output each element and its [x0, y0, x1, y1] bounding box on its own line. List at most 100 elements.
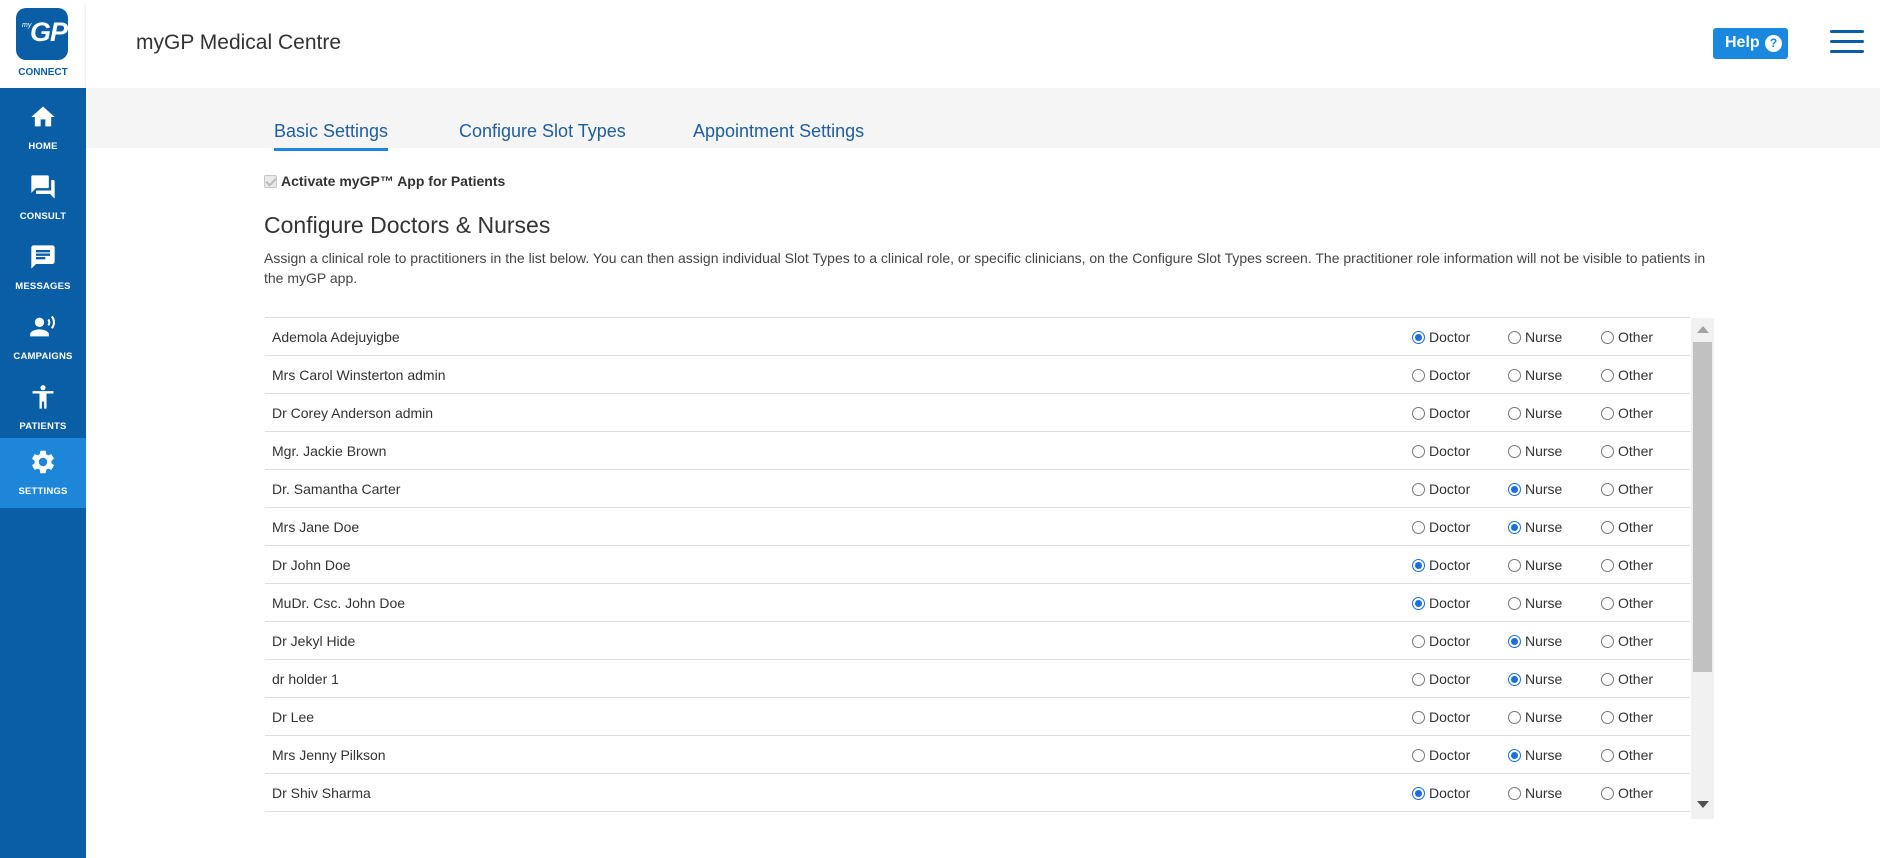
- role-option-doctor[interactable]: Doctor: [1412, 405, 1470, 421]
- role-option-nurse[interactable]: Nurse: [1508, 747, 1562, 763]
- role-option-nurse[interactable]: Nurse: [1508, 671, 1562, 687]
- table-row: Mgr. Jackie Brown Doctor Nurse Other: [265, 432, 1690, 470]
- role-option-other[interactable]: Other: [1601, 405, 1653, 421]
- role-option-doctor[interactable]: Doctor: [1412, 557, 1470, 573]
- role-option-other[interactable]: Other: [1601, 519, 1653, 535]
- role-option-doctor[interactable]: Doctor: [1412, 785, 1470, 801]
- role-radio-other[interactable]: [1601, 787, 1614, 800]
- role-option-nurse[interactable]: Nurse: [1508, 557, 1562, 573]
- role-radio-nurse[interactable]: [1508, 521, 1521, 534]
- role-option-doctor[interactable]: Doctor: [1412, 671, 1470, 687]
- help-button[interactable]: Help ?: [1713, 28, 1788, 59]
- role-radio-doctor[interactable]: [1412, 445, 1425, 458]
- role-option-nurse[interactable]: Nurse: [1508, 633, 1562, 649]
- role-option-other[interactable]: Other: [1601, 747, 1653, 763]
- role-option-other[interactable]: Other: [1601, 633, 1653, 649]
- role-option-nurse[interactable]: Nurse: [1508, 443, 1562, 459]
- role-option-doctor[interactable]: Doctor: [1412, 329, 1470, 345]
- role-radio-doctor[interactable]: [1412, 483, 1425, 496]
- role-option-doctor[interactable]: Doctor: [1412, 747, 1470, 763]
- role-radio-nurse[interactable]: [1508, 635, 1521, 648]
- role-radio-other[interactable]: [1601, 407, 1614, 420]
- role-label-doctor: Doctor: [1429, 443, 1471, 459]
- role-radio-doctor[interactable]: [1412, 597, 1425, 610]
- role-radio-other[interactable]: [1601, 597, 1614, 610]
- role-option-other[interactable]: Other: [1601, 671, 1653, 687]
- help-button-label: Help: [1725, 34, 1760, 51]
- role-radio-nurse[interactable]: [1508, 749, 1521, 762]
- role-option-doctor[interactable]: Doctor: [1412, 367, 1470, 383]
- sidebar-item-campaigns[interactable]: CAMPAIGNS: [0, 303, 86, 373]
- role-radio-doctor[interactable]: [1412, 559, 1425, 572]
- role-option-other[interactable]: Other: [1601, 481, 1653, 497]
- role-option-doctor[interactable]: Doctor: [1412, 595, 1470, 611]
- role-radio-other[interactable]: [1601, 331, 1614, 344]
- role-radio-nurse[interactable]: [1508, 407, 1521, 420]
- role-radio-other[interactable]: [1601, 673, 1614, 686]
- role-radio-doctor[interactable]: [1412, 407, 1425, 420]
- role-radio-doctor[interactable]: [1412, 331, 1425, 344]
- sidebar-item-patients[interactable]: PATIENTS: [0, 373, 86, 443]
- role-option-other[interactable]: Other: [1601, 709, 1653, 725]
- role-option-doctor[interactable]: Doctor: [1412, 709, 1470, 725]
- role-radio-other[interactable]: [1601, 559, 1614, 572]
- hamburger-menu-icon[interactable]: [1830, 30, 1864, 54]
- sidebar-item-messages[interactable]: MESSAGES: [0, 233, 86, 303]
- role-option-nurse[interactable]: Nurse: [1508, 595, 1562, 611]
- role-option-other[interactable]: Other: [1601, 595, 1653, 611]
- scroll-thumb[interactable]: [1693, 342, 1712, 672]
- role-radio-nurse[interactable]: [1508, 597, 1521, 610]
- role-radio-doctor[interactable]: [1412, 673, 1425, 686]
- role-option-nurse[interactable]: Nurse: [1508, 481, 1562, 497]
- role-radio-doctor[interactable]: [1412, 711, 1425, 724]
- role-radio-doctor[interactable]: [1412, 521, 1425, 534]
- role-option-other[interactable]: Other: [1601, 785, 1653, 801]
- tab-appointment-settings[interactable]: Appointment Settings: [693, 121, 864, 148]
- role-radio-other[interactable]: [1601, 369, 1614, 382]
- role-radio-other[interactable]: [1601, 445, 1614, 458]
- role-radio-nurse[interactable]: [1508, 559, 1521, 572]
- role-radio-other[interactable]: [1601, 635, 1614, 648]
- role-option-nurse[interactable]: Nurse: [1508, 519, 1562, 535]
- role-radio-doctor[interactable]: [1412, 787, 1425, 800]
- activate-app-setting[interactable]: Activate myGP™ App for Patients: [264, 173, 505, 189]
- role-radio-nurse[interactable]: [1508, 711, 1521, 724]
- role-option-nurse[interactable]: Nurse: [1508, 709, 1562, 725]
- role-option-other[interactable]: Other: [1601, 557, 1653, 573]
- role-option-doctor[interactable]: Doctor: [1412, 519, 1470, 535]
- role-option-other[interactable]: Other: [1601, 329, 1653, 345]
- role-radio-nurse[interactable]: [1508, 673, 1521, 686]
- role-radio-other[interactable]: [1601, 749, 1614, 762]
- sidebar-item-consult[interactable]: CONSULT: [0, 163, 86, 233]
- role-radio-nurse[interactable]: [1508, 445, 1521, 458]
- role-radio-doctor[interactable]: [1412, 749, 1425, 762]
- role-radio-other[interactable]: [1601, 483, 1614, 496]
- role-radio-doctor[interactable]: [1412, 635, 1425, 648]
- role-option-nurse[interactable]: Nurse: [1508, 405, 1562, 421]
- role-radio-nurse[interactable]: [1508, 787, 1521, 800]
- logo[interactable]: my GP CONNECT: [0, 0, 86, 88]
- role-option-other[interactable]: Other: [1601, 443, 1653, 459]
- role-option-doctor[interactable]: Doctor: [1412, 481, 1470, 497]
- tab-configure-slot-types[interactable]: Configure Slot Types: [459, 121, 626, 148]
- tab-basic-settings[interactable]: Basic Settings: [274, 121, 389, 151]
- activate-app-checkbox[interactable]: [264, 175, 277, 188]
- sidebar-item-settings[interactable]: SETTINGS: [0, 438, 86, 508]
- role-radio-other[interactable]: [1601, 521, 1614, 534]
- scroll-up-arrow-icon[interactable]: [1697, 326, 1709, 333]
- role-option-doctor[interactable]: Doctor: [1412, 633, 1470, 649]
- role-radio-other[interactable]: [1601, 711, 1614, 724]
- role-label-other: Other: [1618, 405, 1654, 421]
- role-option-nurse[interactable]: Nurse: [1508, 367, 1562, 383]
- role-radio-doctor[interactable]: [1412, 369, 1425, 382]
- role-radio-nurse[interactable]: [1508, 331, 1521, 344]
- role-option-nurse[interactable]: Nurse: [1508, 329, 1562, 345]
- role-option-nurse[interactable]: Nurse: [1508, 785, 1562, 801]
- list-scrollbar[interactable]: [1691, 318, 1714, 819]
- role-radio-nurse[interactable]: [1508, 483, 1521, 496]
- role-option-doctor[interactable]: Doctor: [1412, 443, 1470, 459]
- role-option-other[interactable]: Other: [1601, 367, 1653, 383]
- scroll-down-arrow-icon[interactable]: [1697, 801, 1709, 808]
- sidebar-item-home[interactable]: HOME: [0, 93, 86, 163]
- role-radio-nurse[interactable]: [1508, 369, 1521, 382]
